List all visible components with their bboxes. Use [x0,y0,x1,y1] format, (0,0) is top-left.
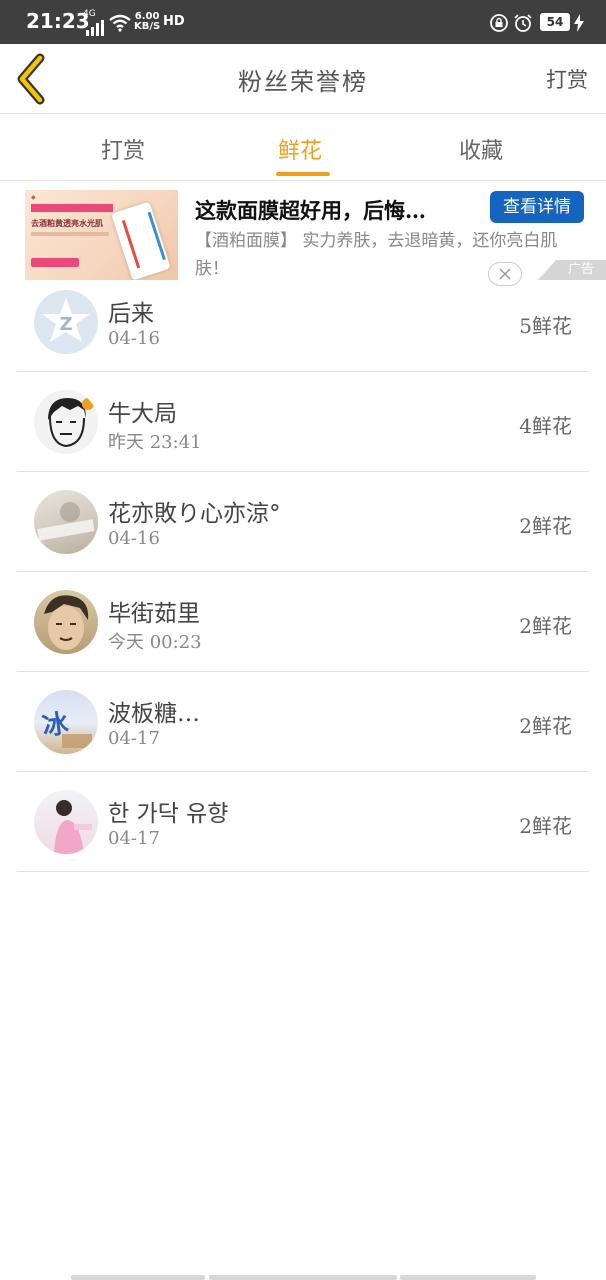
ad-image-tags [31,204,113,212]
battery-indicator: 54 [540,13,570,31]
fan-time: 04-16 [108,328,160,349]
fan-name: 花亦敗り心亦涼° [108,501,281,527]
network-speed: 6.00 KB/S [134,12,160,32]
status-bar: 21:23 4G 6.00 KB/S HD 54 [0,0,606,44]
list-item[interactable]: Z 后来 04-16 5鲜花 [0,272,606,372]
avatar: Z [34,290,98,354]
avatar [34,590,98,654]
fan-time: 今天 00:23 [108,632,202,653]
signal-icon [86,20,104,36]
flower-count: 5鲜花 [519,314,572,338]
tab-flowers[interactable]: 鲜花 [278,133,322,165]
tip-button[interactable]: 打赏 [546,64,588,94]
ad-image-price-tag [31,258,79,267]
tab-favorites[interactable]: 收藏 [459,133,503,165]
default-avatar-icon: Z [42,298,90,342]
avatar [34,390,98,454]
cartoon-face-icon [48,398,94,448]
ad-image-text: 去酒粕黄透亮水光肌 [31,219,103,228]
nav-hint-left [71,1275,205,1280]
ad-image[interactable]: ◆ 去酒粕黄透亮水光肌 [25,190,178,280]
ice-text-avatar-icon: 冰 [40,709,92,748]
girl-photo-icon [54,800,92,854]
anime-face-icon [44,595,89,650]
hd-indicator: HD [163,14,185,29]
wifi-icon [109,14,131,32]
avatar [34,790,98,854]
page-title: 粉丝荣誉榜 [238,68,368,96]
ad-image-brand: ◆ [31,194,36,201]
avatar [34,490,98,554]
rotation-lock-icon [490,14,508,32]
list-item[interactable]: 毕街茹里 今天 00:23 2鲜花 [0,572,606,672]
fan-list: Z 后来 04-16 5鲜花 牛大局 昨天 23:41 4鲜花 花亦敗り心亦涼°… [0,272,606,872]
nav-hint-right [400,1275,536,1280]
alarm-icon [514,14,532,32]
flower-count: 2鲜花 [519,614,572,638]
fan-time: 04-17 [108,828,160,849]
active-tab-indicator [276,172,330,176]
list-item[interactable]: 한 가닥 유향 04-17 2鲜花 [0,772,606,872]
flower-count: 2鲜花 [519,814,572,838]
photo-avatar-icon [37,502,95,541]
ad-details-button[interactable]: 查看详情 [490,191,584,223]
svg-text:Z: Z [59,314,72,335]
fan-name: 波板糖… [108,701,200,727]
list-item[interactable]: 冰 波板糖… 04-17 2鲜花 [0,672,606,772]
flower-count: 2鲜花 [519,514,572,538]
ad-banner[interactable]: ◆ 去酒粕黄透亮水光肌 这款面膜超好用，后悔… 查看详情 【酒粕面膜】 实力养肤… [0,182,606,286]
fan-name: 한 가닥 유향 [108,801,229,827]
list-item[interactable]: 牛大局 昨天 23:41 4鲜花 [0,372,606,472]
tab-tips[interactable]: 打赏 [101,133,145,165]
fan-time: 昨天 23:41 [108,432,202,453]
nav-hint-center [209,1275,397,1280]
ad-title[interactable]: 这款面膜超好用，后悔… [195,195,480,225]
charging-icon [574,14,584,32]
status-time: 21:23 [26,9,90,33]
fan-name: 牛大局 [108,401,177,427]
network-type: 4G [83,9,96,19]
ad-image-subline [31,232,109,236]
fan-time: 04-16 [108,528,160,549]
avatar: 冰 [34,690,98,754]
app-header: 粉丝荣誉榜 打赏 [0,44,606,114]
tab-bar: 打赏 鲜花 收藏 [0,115,606,181]
ad-image-product [111,201,171,280]
speed-unit: KB/S [134,21,161,32]
fan-time: 04-17 [108,728,160,749]
fan-name: 毕街茹里 [108,601,200,627]
flower-count: 2鲜花 [519,714,572,738]
fan-name: 后来 [108,301,154,327]
flower-count: 4鲜花 [519,414,572,438]
list-item[interactable]: 花亦敗り心亦涼° 04-16 2鲜花 [0,472,606,572]
